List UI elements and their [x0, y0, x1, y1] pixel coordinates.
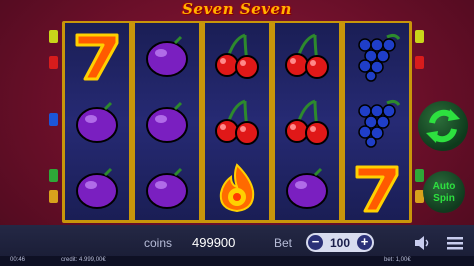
- refresh-arrows-icon: [426, 109, 460, 143]
- symbol-grapes: [345, 89, 409, 155]
- line-marker-right-2: [415, 56, 424, 69]
- symbol-plum: [135, 89, 199, 155]
- clock-text: 00:46: [10, 257, 26, 263]
- line-marker-right-1: [415, 30, 424, 43]
- bet-value: 100: [329, 236, 351, 250]
- auto-spin-label-1: Auto: [432, 181, 456, 192]
- coins-label: coins: [144, 236, 173, 250]
- line-marker-left-3: [49, 113, 58, 126]
- game-logo: Seven Seven: [182, 0, 292, 18]
- symbol-cherry: [275, 89, 339, 155]
- symbol-fireball: [205, 155, 269, 221]
- symbol-plum: [275, 155, 339, 221]
- speaker-icon: [415, 236, 429, 250]
- symbol-grapes: [345, 23, 409, 89]
- menu-icon: [447, 237, 463, 250]
- coins-value: 499900: [192, 235, 236, 250]
- symbol-plum: [65, 155, 129, 221]
- line-marker-left-5: [49, 190, 58, 203]
- symbol-plum: [135, 155, 199, 221]
- bet-label: Bet: [274, 236, 293, 250]
- sound-button[interactable]: [414, 235, 432, 256]
- symbol-cherry: [205, 89, 269, 155]
- auto-spin-label-2: Spin: [433, 193, 455, 204]
- bet-increase-button[interactable]: +: [357, 235, 372, 250]
- auto-spin-button[interactable]: Auto Spin: [423, 171, 465, 213]
- line-marker-left-1: [49, 30, 58, 43]
- symbol-plum: [135, 23, 199, 89]
- symbol-seven: [345, 155, 409, 221]
- line-marker-left-4: [49, 169, 58, 182]
- bet-decrease-button[interactable]: −: [308, 235, 323, 250]
- spin-button[interactable]: [418, 101, 468, 151]
- symbol-cherry: [205, 23, 269, 89]
- reel-2: [135, 23, 199, 220]
- line-marker-left-2: [49, 56, 58, 69]
- symbol-cherry: [275, 23, 339, 89]
- reel-5: [345, 23, 409, 220]
- symbol-plum: [65, 89, 129, 155]
- credit-text: credit: 4.999,00€: [61, 257, 106, 263]
- reel-4: [275, 23, 339, 220]
- bet-money-text: bet: 1,00€: [384, 257, 411, 263]
- symbol-seven: [65, 23, 129, 89]
- menu-button[interactable]: [447, 236, 463, 255]
- reel-1: [65, 23, 129, 220]
- reel-3: [205, 23, 269, 220]
